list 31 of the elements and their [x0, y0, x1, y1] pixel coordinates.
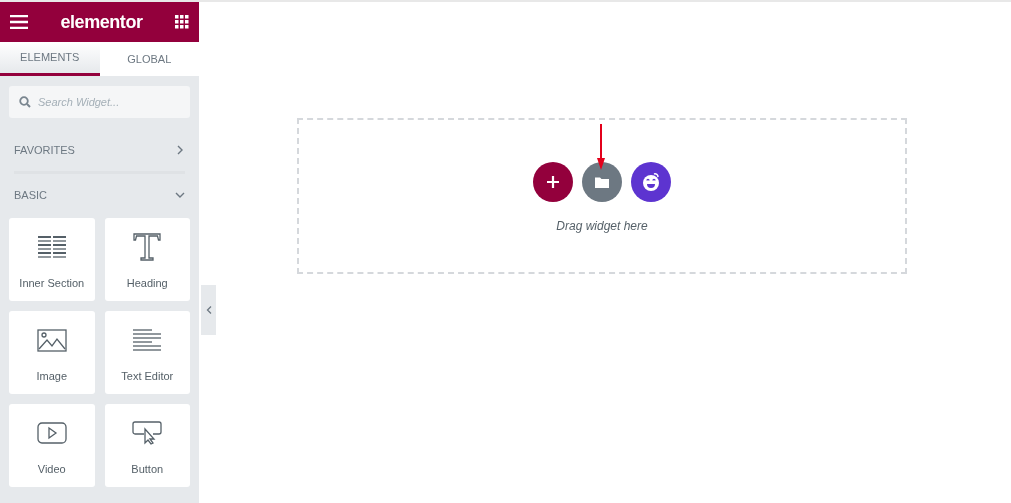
- search-field[interactable]: Search Widget...: [9, 86, 190, 118]
- image-icon: [36, 328, 67, 352]
- folder-icon: [595, 176, 609, 188]
- add-button[interactable]: [533, 162, 573, 202]
- widget-card[interactable]: Inner Section: [9, 218, 95, 301]
- smiley-icon: [641, 172, 661, 192]
- chevron-right-icon: [175, 145, 185, 155]
- columns-icon: [36, 236, 67, 259]
- panel-tab[interactable]: ELEMENTS: [0, 42, 100, 76]
- category-header[interactable]: FAVORITES: [14, 140, 185, 160]
- chevron-down-icon: [175, 190, 185, 200]
- template-button[interactable]: [582, 162, 622, 202]
- arrow-annotation: [597, 124, 605, 171]
- cursor-button-icon: [132, 421, 163, 446]
- drop-hint: Drag widget here: [556, 218, 648, 235]
- plus-icon: [547, 176, 559, 188]
- text-lines-icon: [132, 329, 163, 352]
- chevron-left-icon: [205, 306, 212, 314]
- widget-card[interactable]: Video: [9, 404, 95, 487]
- logo: elementor: [60, 10, 143, 34]
- play-icon: [36, 422, 67, 445]
- emoji-button[interactable]: [631, 162, 671, 202]
- letter-t-icon: [133, 233, 162, 262]
- widget-card[interactable]: Text Editor: [104, 311, 190, 394]
- widget-card[interactable]: Image: [9, 311, 95, 394]
- grid-icon[interactable]: [175, 15, 189, 29]
- panel-tab[interactable]: GLOBAL: [99, 42, 199, 76]
- category-header[interactable]: BASIC: [14, 185, 185, 205]
- menu-icon[interactable]: [10, 15, 28, 29]
- widget-card[interactable]: Button: [104, 404, 190, 487]
- widget-card[interactable]: Heading: [104, 218, 190, 301]
